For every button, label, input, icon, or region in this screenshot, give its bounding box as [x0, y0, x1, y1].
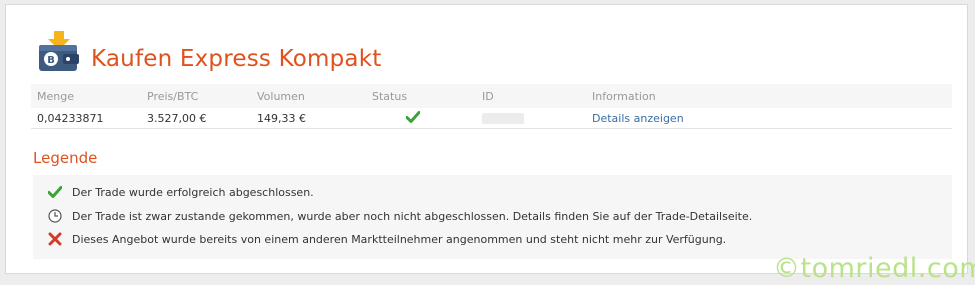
table-row: 0,04233871 3.527,00 € 149,33 € Details a…: [31, 108, 952, 129]
legend-item: Dieses Angebot wurde bereits von einem a…: [48, 229, 726, 249]
legend-title: Legende: [33, 149, 98, 167]
wallet-bitcoin-icon: B: [37, 31, 81, 75]
column-header-menge: Menge: [31, 84, 141, 108]
cell-status: [366, 108, 476, 129]
legend-text: Der Trade ist zwar zustande gekommen, wu…: [72, 209, 753, 223]
column-header-id: ID: [476, 84, 586, 108]
legend-item: Der Trade wurde erfolgreich abgeschlosse…: [48, 182, 314, 202]
details-link[interactable]: Details anzeigen: [592, 112, 684, 125]
trade-panel: B Kaufen Express Kompakt Menge Preis/BTC…: [5, 4, 968, 274]
legend-text: Der Trade wurde erfolgreich abgeschlosse…: [72, 185, 314, 199]
column-header-volumen: Volumen: [251, 84, 366, 108]
check-icon: [48, 186, 62, 198]
column-header-status: Status: [366, 84, 476, 108]
redacted-id: [482, 113, 524, 124]
check-icon: [405, 110, 421, 123]
table-header-row: Menge Preis/BTC Volumen Status ID Inform…: [31, 84, 952, 108]
column-header-information: Information: [586, 84, 952, 108]
cell-information: Details anzeigen: [586, 108, 952, 129]
legend-text: Dieses Angebot wurde bereits von einem a…: [72, 232, 727, 246]
cross-icon: [48, 232, 62, 246]
cell-id: [476, 108, 586, 129]
page-title: Kaufen Express Kompakt: [91, 45, 382, 72]
watermark: ©tomriedl.com: [773, 253, 975, 284]
cell-preis: 3.527,00 €: [141, 108, 251, 129]
legend-item: Der Trade ist zwar zustande gekommen, wu…: [48, 206, 752, 226]
clock-icon: [48, 209, 62, 223]
legend-box: Der Trade wurde erfolgreich abgeschlosse…: [33, 175, 952, 259]
cell-menge: 0,04233871: [31, 108, 141, 129]
page-header: B Kaufen Express Kompakt: [37, 31, 381, 75]
column-header-preis: Preis/BTC: [141, 84, 251, 108]
svg-text:B: B: [47, 55, 55, 66]
trades-table: Menge Preis/BTC Volumen Status ID Inform…: [31, 84, 952, 129]
cell-volumen: 149,33 €: [251, 108, 366, 129]
